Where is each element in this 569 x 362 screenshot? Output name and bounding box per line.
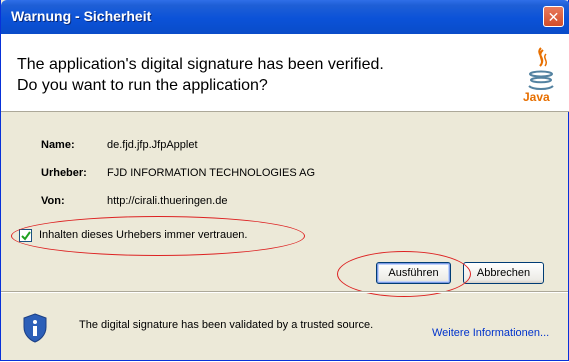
shield-info-icon (23, 313, 47, 343)
headline: The application's digital signature has … (17, 54, 384, 96)
cancel-button[interactable]: Abbrechen (463, 262, 544, 284)
detail-label: Urheber: (41, 167, 87, 179)
headline-line-1: The application's digital signature has … (17, 56, 384, 73)
close-icon: ✕ (547, 9, 560, 25)
run-button[interactable]: Ausführen (376, 262, 451, 284)
detail-label: Von: (41, 195, 65, 207)
close-button[interactable]: ✕ (543, 6, 564, 27)
java-logo-text: Java (523, 90, 550, 104)
security-warning-dialog: Warnung - Sicherheit ✕ The application's… (0, 0, 569, 361)
dialog-footer: The digital signature has been validated… (1, 293, 568, 360)
detail-label: Name: (41, 139, 75, 151)
detail-value: de.fjd.jfp.JfpApplet (107, 139, 198, 151)
detail-value: http://cirali.thueringen.de (107, 195, 228, 207)
dialog-body: Name: de.fjd.jfp.JfpApplet Urheber: FJD … (1, 112, 569, 297)
headline-line-2: Do you want to run the application? (17, 77, 268, 94)
detail-value: FJD INFORMATION TECHNOLOGIES AG (107, 167, 316, 179)
signature-status-message: The digital signature has been validated… (79, 319, 374, 331)
more-information-link[interactable]: Weitere Informationen... (432, 327, 549, 339)
checkmark-icon (21, 231, 31, 241)
title-bar[interactable]: Warnung - Sicherheit ✕ (1, 0, 569, 34)
trust-publisher-label[interactable]: Inhalten dieses Urhebers immer vertrauen… (39, 229, 247, 241)
trust-publisher-checkbox[interactable] (19, 229, 32, 242)
window-title: Warnung - Sicherheit (11, 8, 152, 24)
dialog-header: The application's digital signature has … (1, 34, 569, 112)
